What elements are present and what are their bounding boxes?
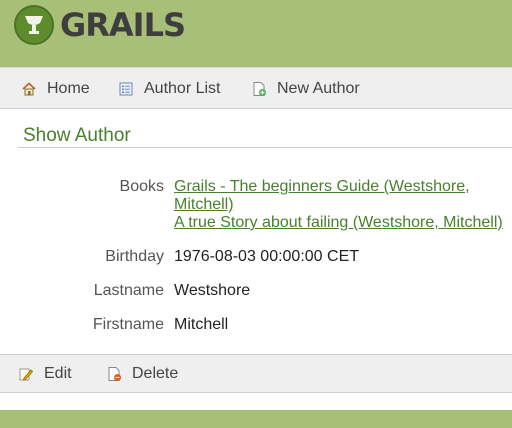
nav-bar: Home Author List New Author <box>0 67 512 109</box>
nav-new-author-link[interactable]: New Author <box>251 80 360 98</box>
button-bar: Edit Delete <box>0 354 512 393</box>
brand-name: GRAILS <box>60 6 186 44</box>
books-value: Grails - The beginners Guide (Westshore,… <box>174 178 503 232</box>
page-title: Show Author <box>23 125 131 146</box>
nav-author-list-link[interactable]: Author List <box>118 80 220 98</box>
app-header: GRAILS <box>0 0 512 67</box>
app-footer <box>0 410 512 428</box>
delete-icon <box>106 366 122 382</box>
birthday-value: 1976-08-03 00:00:00 CET <box>174 248 360 265</box>
lastname-label: Lastname <box>93 282 164 299</box>
edit-icon <box>18 366 34 382</box>
firstname-label: Firstname <box>92 316 164 333</box>
book-link-beginners-guide-line-2[interactable]: Mitchell) <box>174 196 503 214</box>
nav-home-link[interactable]: Home <box>21 80 90 98</box>
firstname-value: Mitchell <box>174 316 229 333</box>
grails-logo-icon <box>14 5 54 45</box>
birthday-label: Birthday <box>105 248 164 265</box>
edit-button[interactable]: Edit <box>18 365 72 383</box>
edit-button-label: Edit <box>44 365 72 382</box>
book-link-beginners-guide-line-1[interactable]: Grails - The beginners Guide (Westshore, <box>174 178 503 196</box>
home-icon <box>21 81 37 97</box>
nav-home-label: Home <box>47 80 90 97</box>
list-icon <box>118 81 134 97</box>
books-label: Books <box>119 178 164 195</box>
new-document-icon <box>251 81 267 97</box>
grails-logo[interactable]: GRAILS <box>14 4 186 46</box>
delete-button[interactable]: Delete <box>106 365 178 383</box>
lastname-value: Westshore <box>174 282 251 299</box>
book-link-true-story[interactable]: A true Story about failing (Westshore, M… <box>174 214 503 232</box>
delete-button-label: Delete <box>132 365 179 382</box>
nav-new-author-label: New Author <box>277 80 360 97</box>
title-divider <box>18 147 512 148</box>
nav-author-list-label: Author List <box>144 80 221 97</box>
